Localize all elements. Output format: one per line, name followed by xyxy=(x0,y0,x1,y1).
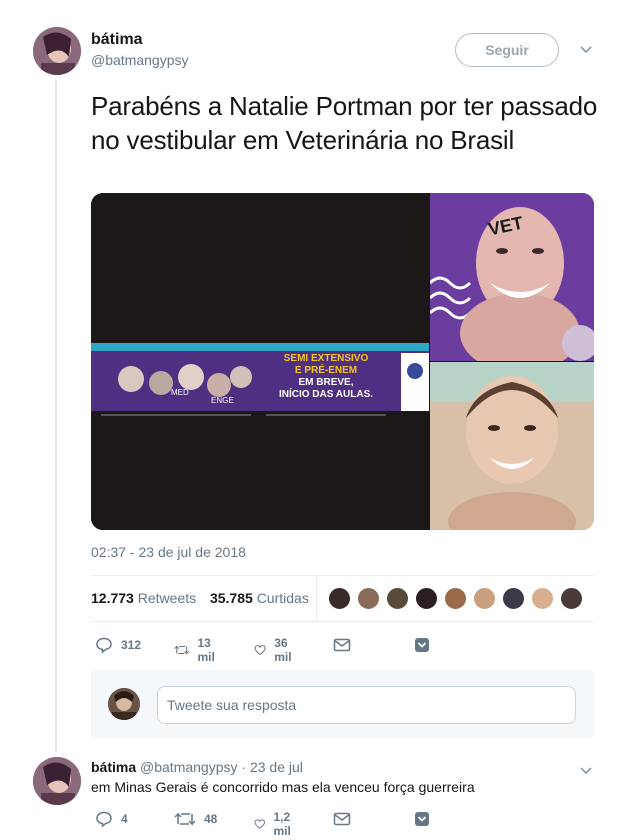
liker-avatar[interactable] xyxy=(415,587,438,610)
message-action[interactable] xyxy=(333,636,359,654)
like-count: 36 mil xyxy=(274,636,292,664)
media-banner: MED ENGE SEMI EXTENSIVO E PRÉ-ENEM EM BR… xyxy=(91,343,429,411)
author-handle[interactable]: @batmangypsy xyxy=(91,51,188,69)
tweet-text: Parabéns a Natalie Portman por ter passa… xyxy=(91,91,598,155)
save-icon xyxy=(415,638,429,652)
viewer-avatar xyxy=(108,688,140,720)
banner-label-enge: ENGE xyxy=(211,396,234,405)
thread-line xyxy=(55,80,57,752)
save-action[interactable] xyxy=(413,636,439,654)
retweet-action[interactable]: 48 xyxy=(174,810,217,828)
reply-icon xyxy=(96,811,112,828)
divider xyxy=(91,575,594,576)
tweet-media[interactable]: MED ENGE SEMI EXTENSIVO E PRÉ-ENEM EM BR… xyxy=(91,193,594,530)
liker-avatar[interactable] xyxy=(328,587,351,610)
reply-menu-chevron-down-icon[interactable] xyxy=(579,763,593,779)
retweet-action[interactable]: 13 mil xyxy=(174,636,221,664)
liker-avatar[interactable] xyxy=(357,587,380,610)
reply-action[interactable]: 312 xyxy=(95,636,141,654)
tweet-stats: 12.773 Retweets 35.785 Curtidas xyxy=(91,590,309,606)
reply-icon xyxy=(96,637,112,654)
reply-count: 312 xyxy=(121,638,142,652)
retweets-label: Retweets xyxy=(137,590,197,606)
heart-icon xyxy=(254,819,266,829)
reply-count: 4 xyxy=(121,812,128,826)
reply-action[interactable]: 4 xyxy=(95,810,128,828)
liker-avatar[interactable] xyxy=(386,587,409,610)
reply-author-handle[interactable]: @batmangypsy xyxy=(140,759,237,775)
stats-separator xyxy=(316,575,317,621)
like-action[interactable]: 1,2 mil xyxy=(254,810,297,838)
reply-header: bátima @batmangypsy · 23 de jul xyxy=(91,759,303,775)
save-icon xyxy=(415,812,429,826)
reply-author-name[interactable]: bátima xyxy=(91,759,136,775)
like-count: 1,2 mil xyxy=(273,810,291,838)
liker-avatar[interactable] xyxy=(502,587,525,610)
author-avatar[interactable] xyxy=(33,27,81,75)
retweets-count: 12.773 xyxy=(91,590,134,606)
reply-time[interactable]: · 23 de jul xyxy=(241,759,302,775)
tweet-menu-chevron-down-icon[interactable] xyxy=(579,42,593,58)
likes-count: 35.785 xyxy=(209,590,253,606)
reply-text: em Minas Gerais é concorrido mas ela ven… xyxy=(91,779,475,795)
author-name[interactable]: bátima xyxy=(91,31,188,49)
banner-line-3: EM BREVE, xyxy=(298,377,354,388)
follow-button[interactable]: Seguir xyxy=(455,33,559,67)
liker-avatar[interactable] xyxy=(444,587,467,610)
liker-avatar[interactable] xyxy=(560,587,583,610)
retweets-stat[interactable]: 12.773 Retweets xyxy=(91,590,196,606)
media-video-screenshot[interactable]: MED ENGE SEMI EXTENSIVO E PRÉ-ENEM EM BR… xyxy=(91,193,429,530)
likes-stat[interactable]: 35.785 Curtidas xyxy=(210,590,309,606)
heart-icon xyxy=(254,645,266,656)
banner-line-4: INÍCIO DAS AULAS. xyxy=(278,389,374,400)
likes-label: Curtidas xyxy=(256,590,309,606)
retweet-icon xyxy=(174,645,190,655)
liker-avatar[interactable] xyxy=(473,587,496,610)
message-action[interactable] xyxy=(333,810,359,828)
envelope-icon xyxy=(333,638,351,652)
save-action[interactable] xyxy=(413,810,439,828)
like-action[interactable]: 36 mil xyxy=(254,636,297,664)
reply-input[interactable]: Tweete sua resposta xyxy=(157,686,576,724)
retweet-count: 13 mil xyxy=(197,636,215,664)
tweet-author: bátima @batmangypsy xyxy=(91,31,188,69)
reply-author-avatar[interactable] xyxy=(33,757,81,805)
media-photo-portrait[interactable] xyxy=(430,362,594,530)
liker-avatar[interactable] xyxy=(531,587,554,610)
tweet-timestamp[interactable]: 02:37 - 23 de jul de 2018 xyxy=(91,544,246,560)
retweet-icon xyxy=(174,812,196,826)
banner-line-2: E PRÉ-ENEM xyxy=(294,365,358,376)
banner-label-med: MED xyxy=(171,388,189,397)
envelope-icon xyxy=(333,812,351,826)
divider xyxy=(91,621,594,622)
media-photo-vet[interactable]: VET xyxy=(428,193,594,373)
retweet-count: 48 xyxy=(204,812,218,826)
banner-line-1: SEMI EXTENSIVO xyxy=(283,353,369,364)
